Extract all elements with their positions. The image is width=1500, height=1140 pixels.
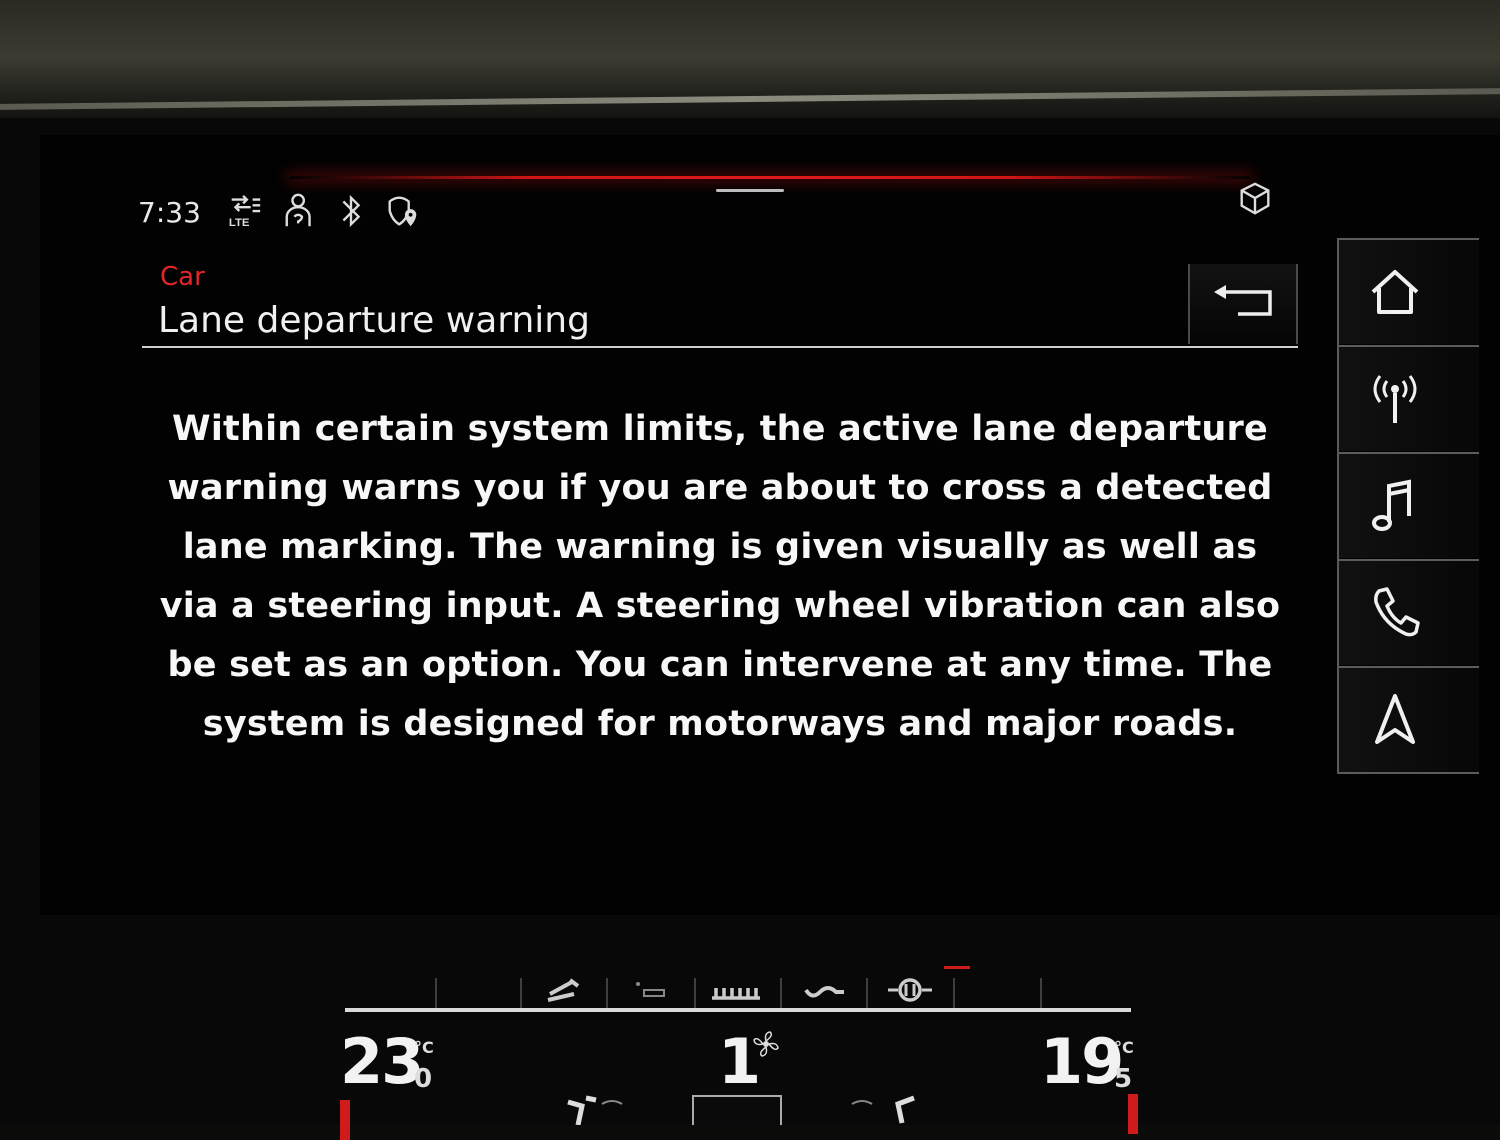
left-temp-unit: °C [414,1038,434,1057]
left-temperature[interactable]: 23 [340,1025,424,1098]
climate-divider [694,978,696,1008]
climate-divider [780,978,782,1008]
accent-glow-line [290,176,1250,179]
climate-divider [1040,978,1042,1008]
nav-navigation-button[interactable] [1339,666,1479,774]
driver-profile-icon [282,192,320,230]
fan-icon [752,1030,780,1058]
radio-icon [1373,375,1417,423]
climate-divider-line [345,1008,1131,1012]
climate-divider [435,978,437,1008]
rear-defrost-icon[interactable] [708,976,764,1006]
left-temp-indicator [340,1100,350,1140]
right-temp-indicator [1128,1094,1138,1134]
phone-icon [1374,587,1420,637]
title-divider [142,346,1298,348]
steering-heat-icon[interactable] [882,976,938,1006]
location-shield-icon [384,192,422,230]
climate-divider [866,978,868,1008]
left-temp-value: 23 [340,1025,424,1098]
description-text: Within certain system limits, the active… [159,409,1281,744]
nav-home-button[interactable] [1339,238,1479,344]
right-temp-value: 19 [1040,1025,1124,1098]
climate-divider [953,978,955,1008]
climate-divider [606,978,608,1008]
front-defrost-right-icon[interactable] [846,1094,916,1125]
back-arrow-icon [1214,285,1272,316]
right-temp-unit: °C [1114,1038,1134,1057]
nav-radio-button[interactable] [1339,345,1479,451]
right-temperature[interactable]: 19 [1040,1025,1124,1098]
bluetooth-icon [332,192,370,230]
lte-label: LTE [229,217,250,229]
nav-phone-button[interactable] [1339,559,1479,665]
home-icon [1371,270,1419,314]
climate-divider [520,978,522,1008]
nav-rail [1337,238,1479,774]
front-defrost-left-icon[interactable] [566,1094,636,1126]
right-temp-decimal: 5 [1114,1064,1133,1094]
music-icon [1372,479,1411,531]
network-lte-icon: LTE [226,192,264,230]
climate-indicator [944,966,970,969]
navigation-icon [1375,694,1415,744]
cube-3d-icon[interactable] [1236,180,1274,218]
pull-down-handle[interactable] [716,189,784,192]
auto-climate-button[interactable] [692,1095,782,1125]
page-title: Lane departure warning [158,300,590,341]
dashboard-trim [0,0,1500,128]
status-time: 7:33 [138,196,201,229]
nav-music-button[interactable] [1339,452,1479,558]
breadcrumb[interactable]: Car [160,262,205,292]
left-temp-decimal: 0 [414,1064,433,1094]
seat-heating-icon[interactable] [540,976,596,1006]
air-distribution-icon[interactable] [796,976,852,1006]
back-button[interactable] [1188,264,1298,344]
recirculation-icon[interactable] [628,976,684,1006]
